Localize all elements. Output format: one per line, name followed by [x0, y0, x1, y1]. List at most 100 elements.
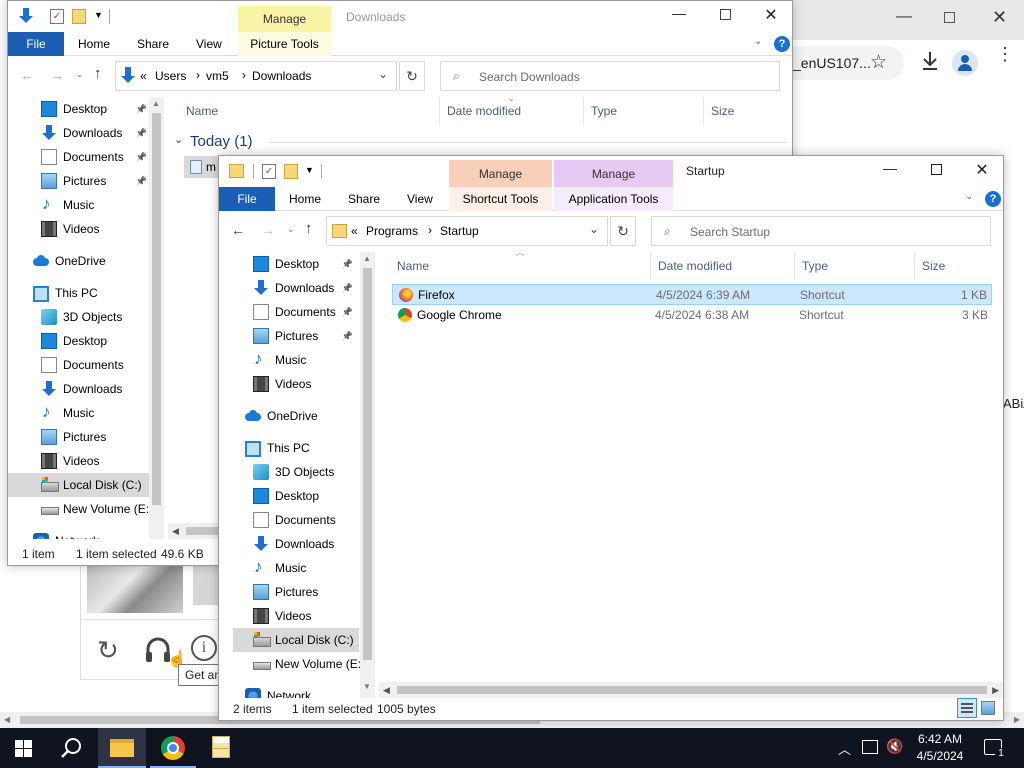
nav-item[interactable]: Videos [8, 217, 153, 241]
download-icon[interactable] [920, 50, 940, 74]
nav-item[interactable]: Music [8, 401, 153, 425]
column-header-name[interactable]: Name [397, 259, 429, 273]
tab-share[interactable]: Share [137, 32, 169, 56]
nav-item[interactable]: Downloads 📌 [8, 121, 153, 145]
back-arrow-icon[interactable]: ← [20, 67, 34, 83]
pin-icon[interactable]: 📌 [342, 259, 353, 270]
nav-item[interactable]: Documents 📌 [8, 145, 153, 169]
captcha-image-tile[interactable] [87, 565, 183, 613]
nav-item[interactable]: Desktop [233, 484, 359, 508]
pin-icon[interactable]: 📌 [136, 152, 147, 163]
column-header-date[interactable]: Date modified [447, 104, 521, 118]
nav-item[interactable]: OneDrive [233, 404, 359, 428]
column-header-date[interactable]: Date modified [658, 259, 732, 273]
bookmark-star-icon[interactable]: ☆ [870, 51, 887, 74]
column-header-size[interactable]: Size [922, 259, 945, 273]
file-row[interactable]: Google Chrome 4/5/2024 6:38 AM Shortcut 3 K… [392, 305, 992, 326]
customize-toolbar-chevron-icon[interactable]: ▼ [305, 165, 314, 175]
close-button[interactable]: ✕ [959, 160, 1003, 180]
column-header-name[interactable]: Name [186, 104, 218, 118]
tab-share[interactable]: Share [348, 187, 380, 211]
close-button[interactable]: ✕ [748, 5, 792, 25]
tab-file[interactable]: File [8, 32, 64, 56]
nav-scrollbar[interactable]: ▲ [149, 97, 164, 539]
taskbar-time[interactable]: 6:42 AM [914, 732, 966, 746]
file-row[interactable]: Firefox 4/5/2024 6:39 AM Shortcut 1 KB [392, 284, 992, 305]
column-header-size[interactable]: Size [711, 104, 734, 118]
search-box[interactable]: ⌕ Search Downloads [440, 61, 780, 91]
nav-scroll-up-icon[interactable]: ▲ [363, 254, 371, 263]
tab-shortcut-tools[interactable]: Shortcut Tools [449, 187, 552, 211]
nav-item[interactable]: Pictures 📌 [8, 169, 153, 193]
nav-item[interactable]: Desktop 📌 [233, 252, 359, 276]
forward-arrow-icon[interactable]: → [261, 222, 275, 238]
breadcrumb-downloads[interactable]: Downloads [252, 69, 311, 83]
h-scroll-left-icon[interactable]: ◀ [383, 685, 390, 696]
nav-item[interactable]: Documents [8, 353, 153, 377]
breadcrumb-overflow[interactable]: « [351, 224, 358, 238]
browser-minimize-button[interactable]: — [896, 8, 924, 26]
tab-home[interactable]: Home [78, 32, 110, 56]
nav-item[interactable]: New Volume (E:) [233, 652, 365, 676]
refresh-button[interactable]: ↻ [399, 61, 425, 91]
new-folder-quick-icon[interactable] [284, 164, 298, 179]
ribbon-expand-chevron-icon[interactable]: ⌄ [965, 191, 973, 202]
taskbar-notepad-button[interactable] [200, 728, 244, 768]
pin-icon[interactable]: 📌 [136, 128, 147, 139]
nav-item[interactable]: Videos [8, 449, 153, 473]
browser-menu-icon[interactable]: ⋮ [996, 45, 1014, 63]
back-arrow-icon[interactable]: ← [231, 222, 245, 238]
nav-scroll-down-icon[interactable]: ▼ [363, 682, 371, 691]
nav-item[interactable]: 3D Objects [233, 460, 359, 484]
nav-item[interactable]: This PC [233, 436, 359, 460]
new-folder-quick-icon[interactable] [72, 9, 86, 24]
up-arrow-icon[interactable]: ↑ [305, 220, 313, 237]
properties-quick-icon[interactable]: ✓ [50, 9, 64, 24]
nav-item[interactable]: New Volume (E:) [8, 497, 153, 521]
browser-close-button[interactable]: ✕ [992, 7, 1007, 28]
h-scroll-right-icon[interactable]: ▶ [992, 685, 999, 696]
tab-view[interactable]: View [196, 32, 222, 56]
taskbar-date[interactable]: 4/5/2024 [914, 749, 966, 763]
minimize-button[interactable]: — [867, 160, 913, 176]
profile-avatar-icon[interactable] [952, 50, 978, 76]
h-scrollbar[interactable]: ◀ ▶ [379, 682, 1003, 698]
address-history-chevron-icon[interactable]: ⌄ [378, 67, 388, 81]
address-bar[interactable]: « Programs › Startup ⌄ [326, 216, 608, 246]
pin-icon[interactable]: 📌 [342, 331, 353, 342]
tab-application-tools[interactable]: Application Tools [554, 187, 673, 211]
nav-item[interactable]: Documents 📌 [233, 300, 359, 324]
nav-item[interactable]: This PC [8, 281, 153, 305]
address-history-chevron-icon[interactable]: ⌄ [589, 222, 599, 236]
search-box[interactable]: ⌕ Search Startup [651, 216, 991, 246]
group-header-today[interactable]: Today (1) [190, 133, 253, 150]
nav-item[interactable]: Local Disk (C:) [233, 628, 359, 652]
h-scroll-thumb[interactable] [186, 527, 222, 535]
maximize-button[interactable] [913, 162, 959, 175]
properties-quick-icon[interactable]: ✓ [262, 164, 276, 179]
nav-item[interactable]: Downloads 📌 [233, 276, 359, 300]
pin-icon[interactable]: 📌 [342, 307, 353, 318]
start-windows-icon[interactable] [15, 740, 32, 757]
captcha-reload-icon[interactable]: ↻ [97, 635, 119, 666]
pin-icon[interactable]: 📌 [136, 104, 147, 115]
refresh-button[interactable]: ↻ [610, 216, 636, 246]
nav-item[interactable]: Desktop [8, 329, 153, 353]
tab-file[interactable]: File [219, 187, 275, 211]
nav-item[interactable]: Videos [233, 372, 359, 396]
nav-item[interactable]: Downloads [233, 532, 359, 556]
forward-arrow-icon[interactable]: → [50, 67, 64, 83]
nav-item[interactable]: 3D Objects [8, 305, 153, 329]
network-tray-icon[interactable] [862, 740, 878, 754]
nav-item[interactable]: Pictures [233, 580, 359, 604]
details-view-icon[interactable] [957, 698, 977, 718]
column-header-type[interactable]: Type [591, 104, 617, 118]
nav-scroll-up-icon[interactable]: ▲ [152, 99, 160, 108]
tab-home[interactable]: Home [289, 187, 321, 211]
pin-icon[interactable]: 📌 [136, 176, 147, 187]
up-arrow-icon[interactable]: ↑ [94, 65, 102, 82]
h-scroll-left-icon[interactable]: ◀ [172, 526, 179, 537]
nav-item[interactable]: Music [8, 193, 153, 217]
customize-toolbar-chevron-icon[interactable]: ▼ [94, 10, 103, 20]
minimize-button[interactable]: — [656, 5, 702, 21]
